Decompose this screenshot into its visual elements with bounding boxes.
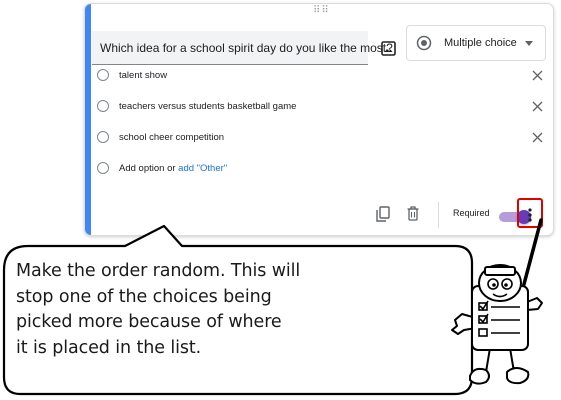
clipboard-mascot xyxy=(451,264,543,385)
